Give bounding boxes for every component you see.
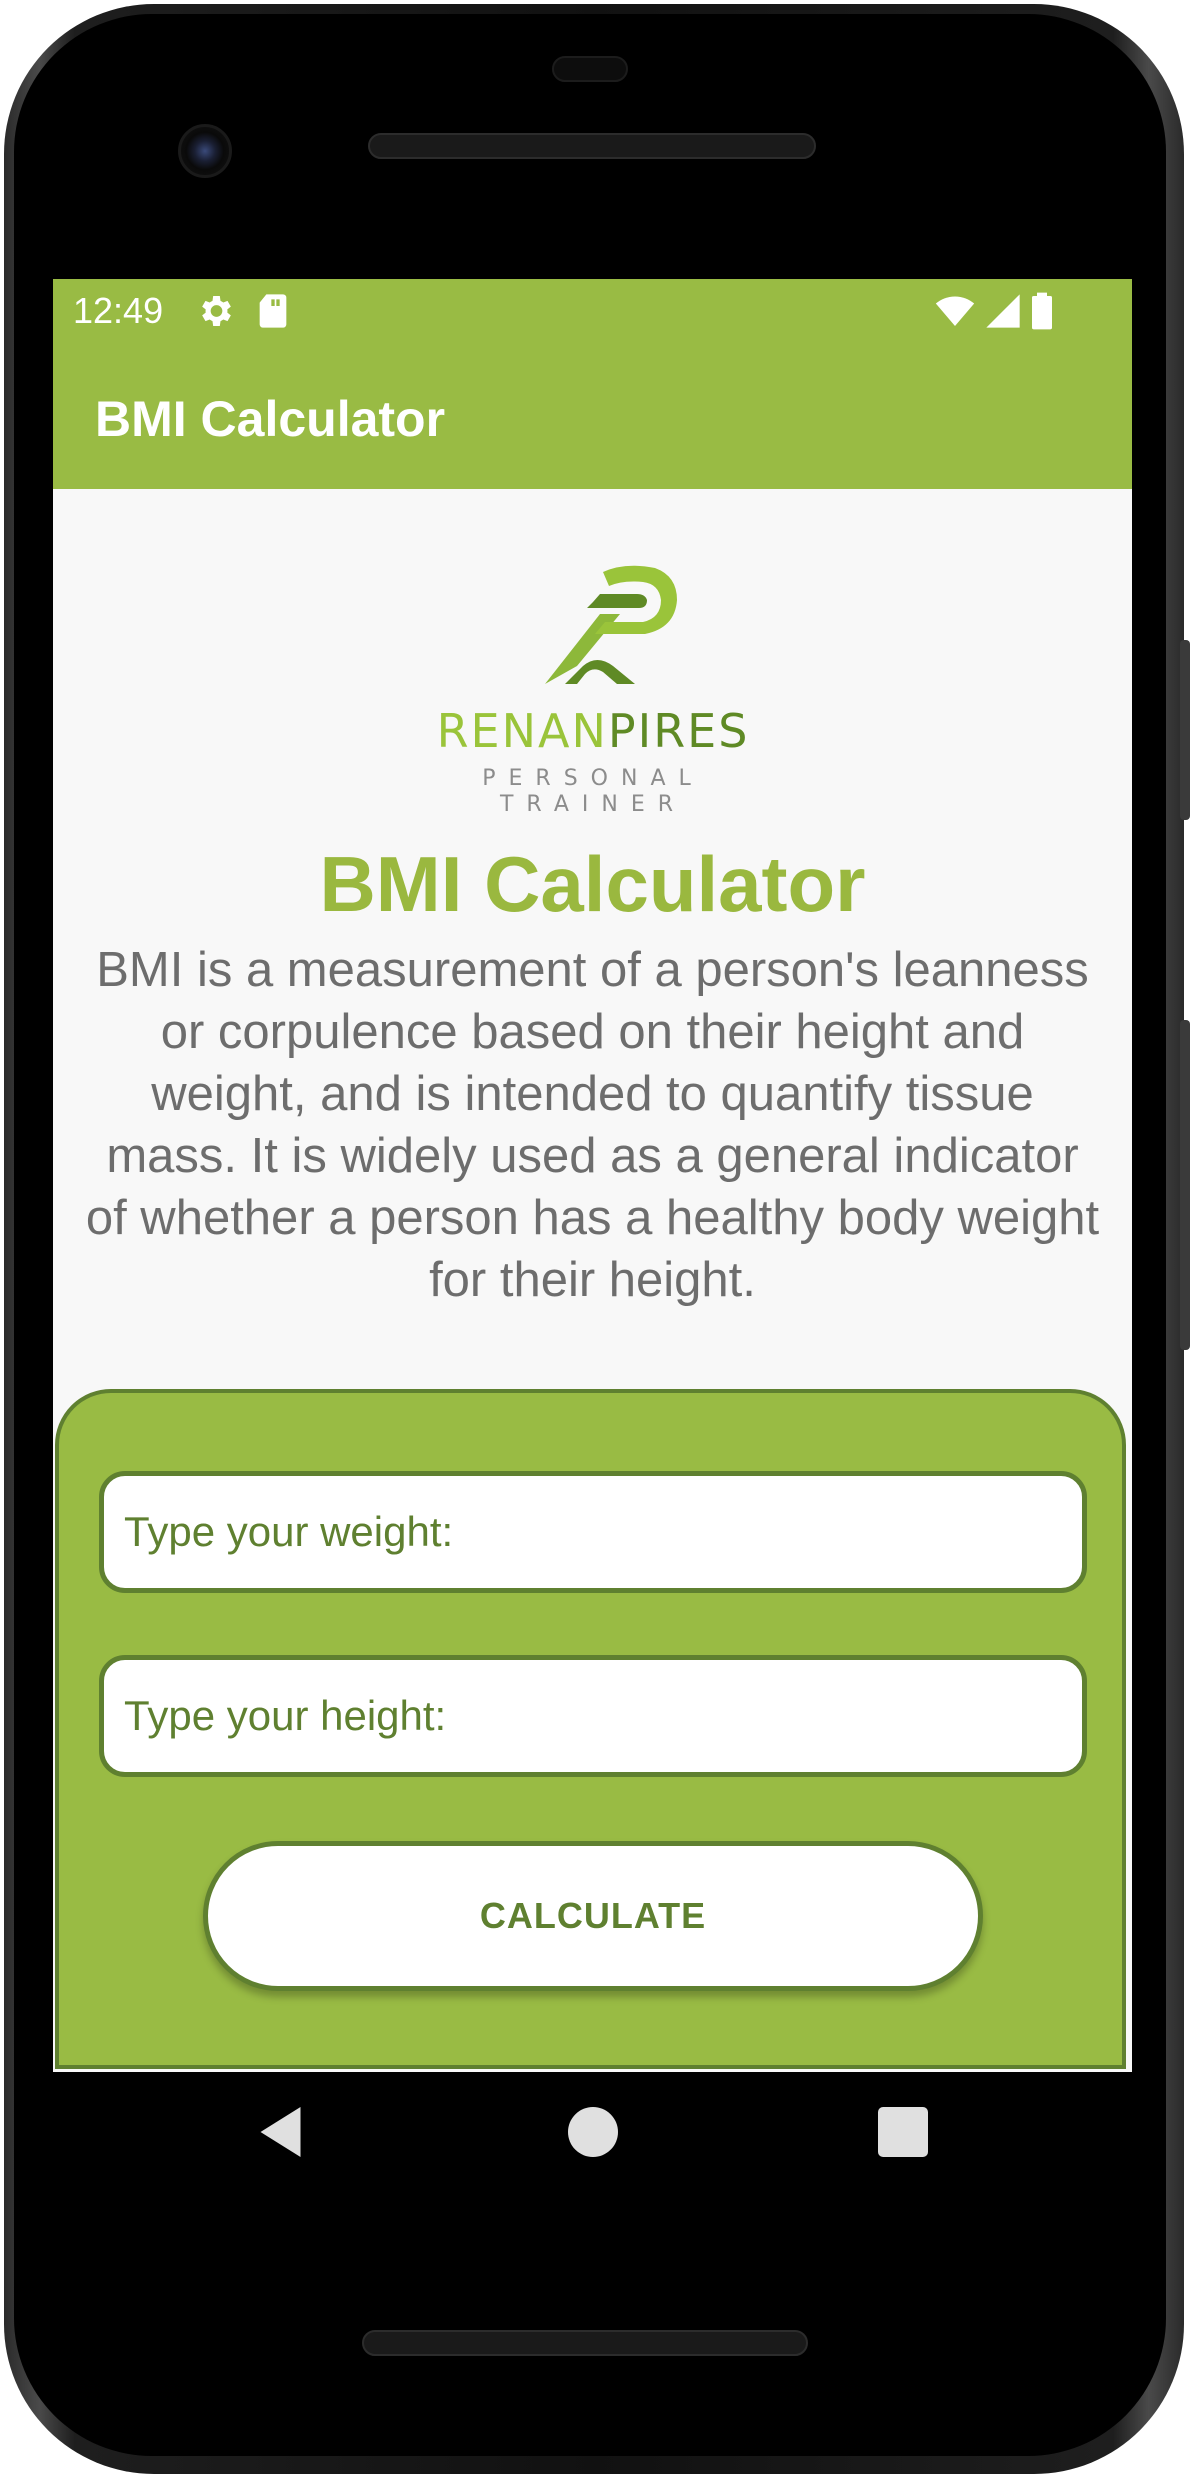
logo-mark-icon: [545, 565, 677, 684]
back-icon[interactable]: [253, 2102, 313, 2162]
navigation-bar: [53, 2072, 1132, 2198]
app-bar: BMI Calculator: [53, 345, 1132, 489]
logo-name-first: RENAN: [436, 704, 608, 758]
signal-icon: [986, 294, 1020, 328]
status-bar: 12:49: [53, 279, 1132, 345]
app-bar-title: BMI Calculator: [95, 391, 446, 447]
volume-button: [1180, 1020, 1190, 1350]
logo-name: RENANPIRES: [413, 706, 773, 756]
calculate-button[interactable]: CALCULATE: [203, 1841, 983, 1991]
status-time: 12:49: [73, 290, 164, 331]
power-button: [1180, 640, 1190, 820]
brand-logo: RENANPIRES PERSONAL TRAINER: [413, 554, 773, 817]
logo-tagline: PERSONAL TRAINER: [482, 766, 704, 817]
weight-field[interactable]: [99, 1471, 1087, 1593]
bmi-description: BMI is a measurement of a person's leann…: [85, 943, 1100, 1307]
home-icon[interactable]: [563, 2102, 623, 2162]
wifi-icon: [935, 296, 975, 326]
app-screen: 12:49 BMI Calculator RENANPIRES PERSONAL…: [53, 279, 1132, 2072]
sensor-slot: [552, 56, 628, 82]
front-camera: [178, 124, 232, 178]
sd-card-icon: [259, 294, 287, 328]
earpiece-speaker: [368, 133, 816, 159]
height-input[interactable]: [124, 1660, 1064, 1772]
battery-icon: [1032, 292, 1052, 330]
logo-name-last: PIRES: [607, 704, 750, 758]
weight-input[interactable]: [124, 1476, 1064, 1588]
bottom-speaker: [362, 2330, 808, 2356]
settings-icon: [202, 296, 231, 326]
recents-icon[interactable]: [873, 2102, 933, 2162]
height-field[interactable]: [99, 1655, 1087, 1777]
page-title: BMI Calculator: [319, 840, 866, 928]
device-frame: 12:49 BMI Calculator RENANPIRES PERSONAL…: [0, 0, 1194, 2480]
bmi-form-card: CALCULATE: [55, 1389, 1126, 2069]
